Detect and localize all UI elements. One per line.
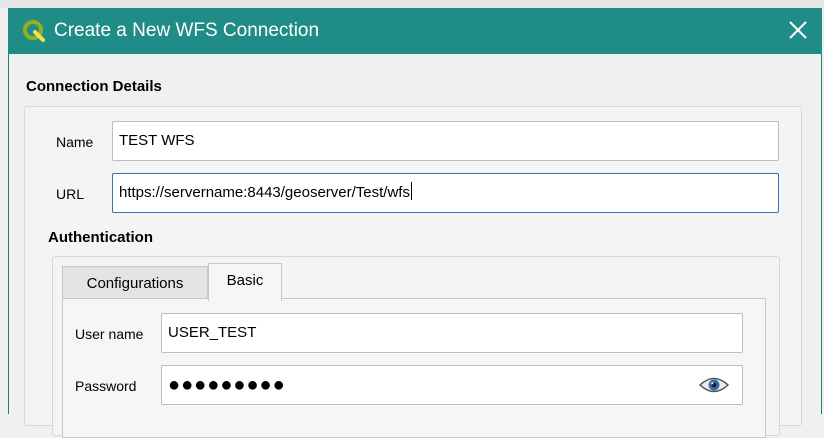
password-input[interactable]: ●●●●●●●●● xyxy=(161,365,743,405)
eye-icon xyxy=(698,377,730,393)
username-label: User name xyxy=(75,326,144,342)
password-masked-value: ●●●●●●●●● xyxy=(168,374,286,396)
window-title: Create a New WFS Connection xyxy=(54,20,320,41)
qgis-logo-icon xyxy=(22,19,46,43)
url-input[interactable]: https://servername:8443/geoserver/Test/w… xyxy=(112,173,779,213)
password-label: Password xyxy=(75,378,137,394)
username-value: USER_TEST xyxy=(168,324,257,341)
show-password-button[interactable] xyxy=(698,373,730,395)
authentication-heading: Authentication xyxy=(48,229,153,246)
tab-basic[interactable]: Basic xyxy=(208,263,282,301)
url-value: https://servername:8443/geoserver/Test/w… xyxy=(119,184,410,201)
title-bar[interactable]: Create a New WFS Connection xyxy=(8,8,822,54)
connection-details-heading: Connection Details xyxy=(26,78,162,95)
name-input[interactable]: TEST WFS xyxy=(112,121,779,161)
close-button[interactable] xyxy=(782,14,814,46)
name-label: Name xyxy=(56,134,94,150)
name-value: TEST WFS xyxy=(119,132,195,149)
username-input[interactable]: USER_TEST xyxy=(161,313,743,353)
close-icon xyxy=(789,21,807,39)
url-label: URL xyxy=(56,186,85,202)
tab-configurations[interactable]: Configurations xyxy=(62,266,208,302)
text-caret xyxy=(410,182,412,200)
background-window-strip xyxy=(0,0,824,8)
